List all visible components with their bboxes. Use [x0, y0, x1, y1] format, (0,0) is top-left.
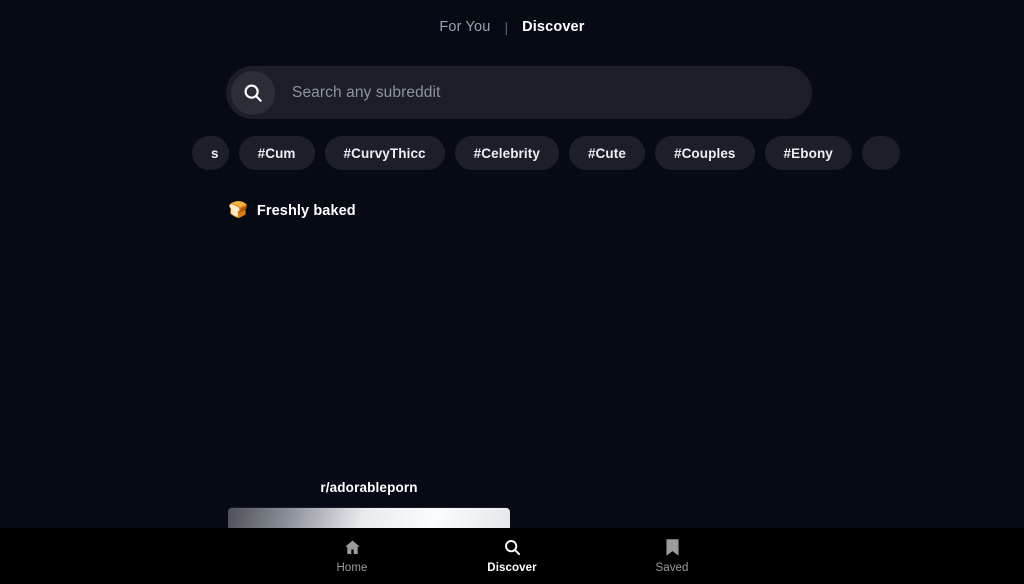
card-label: r/adorableporn [320, 480, 418, 495]
chip-partial-right[interactable] [861, 136, 900, 170]
search-icon[interactable] [231, 70, 275, 115]
card-thumbnail-partial[interactable] [228, 508, 510, 530]
nav-item-saved[interactable]: Saved [624, 533, 720, 579]
section-title: Freshly baked [256, 202, 356, 219]
chip-couples[interactable]: #Couples [654, 136, 755, 170]
bookmark-icon [664, 538, 681, 558]
tab-discover[interactable]: Discover [522, 20, 584, 35]
discover-screen: For You | Discover s #Cum #CurvyThicc #C… [0, 0, 1024, 584]
search-icon [503, 538, 522, 558]
chip-cute[interactable]: #Cute [568, 136, 645, 170]
tab-for-you[interactable]: For You [439, 20, 490, 35]
top-tab-switcher: For You | Discover [0, 14, 1024, 40]
card-thumbnail-placeholder[interactable] [228, 230, 510, 469]
search-bar[interactable] [226, 66, 812, 119]
chip-cum[interactable]: #Cum [238, 136, 315, 170]
nav-item-home[interactable]: Home [304, 533, 400, 579]
nav-label-discover: Discover [487, 561, 537, 574]
tag-chips-row[interactable]: s #Cum #CurvyThicc #Celebrity #Cute #Cou… [0, 136, 1024, 170]
card-thumbnail-partial[interactable] [533, 508, 814, 530]
chip-curvythicc[interactable]: #CurvyThicc [324, 136, 445, 170]
nav-label-saved: Saved [655, 561, 689, 574]
chip-celebrity[interactable]: #Celebrity [454, 136, 559, 170]
home-icon [343, 538, 362, 558]
bottom-navigation-bar: Home Discover Saved [0, 528, 1024, 584]
subreddit-card[interactable]: r/adorableporn [228, 230, 510, 495]
search-input[interactable] [275, 66, 812, 119]
tab-separator: | [504, 19, 509, 35]
chip-partial-left[interactable]: s [192, 136, 229, 170]
nav-item-discover[interactable]: Discover [464, 533, 560, 579]
bread-emoji: 🍞 [228, 202, 248, 219]
section-header-freshly-baked: 🍞 Freshly baked [228, 200, 356, 222]
chip-ebony[interactable]: #Ebony [764, 136, 852, 170]
nav-label-home: Home [336, 561, 368, 574]
card-grid-row-2-partial [228, 508, 814, 530]
